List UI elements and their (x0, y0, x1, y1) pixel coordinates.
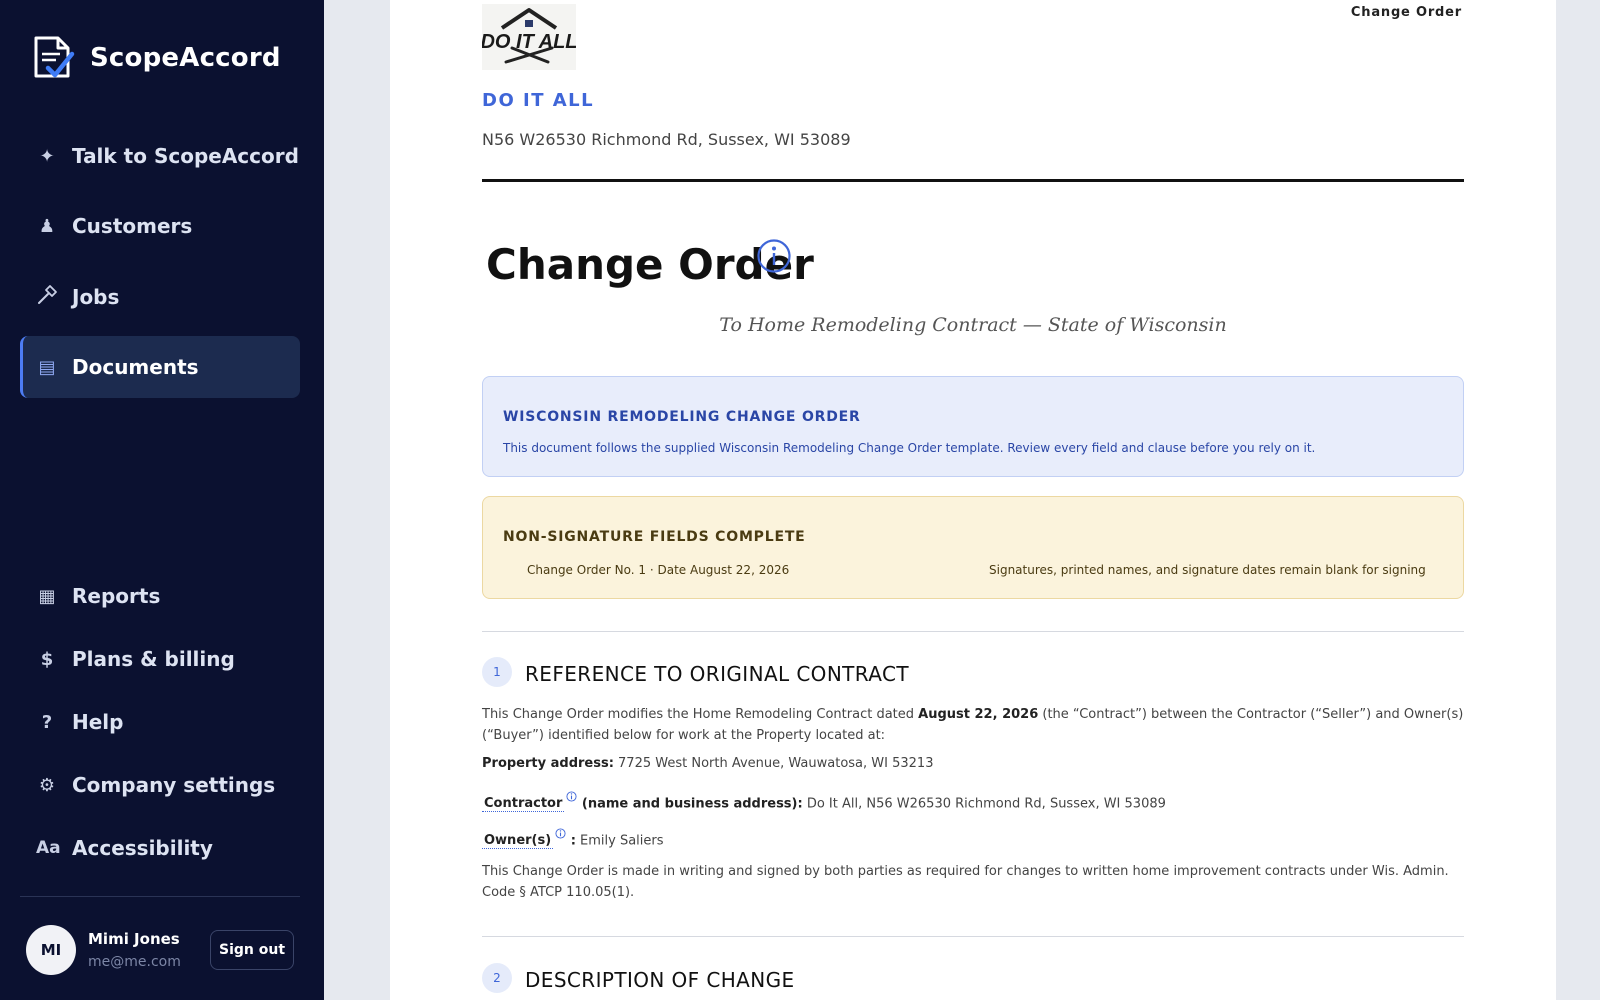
signature-status: Signatures, printed names, and signature… (989, 563, 1426, 577)
brand-name: ScopeAccord (90, 43, 281, 73)
user-email: me@me.com (88, 954, 181, 970)
nav-company-settings[interactable]: ⚙ Company settings (20, 754, 300, 816)
company-name: DO IT ALL (482, 90, 595, 111)
nav-label: Documents (72, 355, 199, 379)
header-rule (482, 179, 1464, 182)
user-name: Mimi Jones (88, 930, 180, 948)
section-divider (482, 631, 1464, 632)
info-icon[interactable] (555, 828, 566, 839)
notice-title: NON-SIGNATURE FIELDS COMPLETE (503, 529, 806, 545)
sign-out-button[interactable]: Sign out (210, 930, 294, 970)
contractor-term[interactable]: Contractor (482, 796, 565, 813)
text-size-icon: Aa (36, 838, 61, 858)
section-title: REFERENCE TO ORIGINAL CONTRACT (525, 662, 910, 686)
person-icon: ♟ (38, 215, 56, 237)
info-icon[interactable] (756, 238, 792, 274)
document-page: Change Order DO IT ALL DO IT ALL N56 W26… (390, 0, 1556, 1000)
section-closing-paragraph: This Change Order is made in writing and… (482, 864, 1449, 900)
nav-label: Company settings (72, 773, 276, 797)
sidebar-divider (20, 896, 300, 897)
nav-label: Talk to ScopeAccord (72, 144, 299, 168)
section-title: DESCRIPTION OF CHANGE (525, 968, 795, 992)
nav-help[interactable]: ? Help (20, 691, 300, 753)
nav-label: Customers (72, 214, 193, 238)
nav-accessibility[interactable]: Aa Accessibility (20, 817, 300, 879)
nav-label: Help (72, 710, 124, 734)
sparkle-icon: ✦ (39, 145, 55, 167)
nav-label: Reports (72, 584, 161, 608)
hammer-icon (36, 284, 58, 311)
sidebar: ScopeAccord ✦ Talk to ScopeAccord ♟ Cust… (0, 0, 324, 1000)
section-divider (482, 936, 1464, 937)
nav-customers[interactable]: ♟ Customers (20, 195, 300, 257)
avatar: MI (26, 925, 76, 975)
nav-documents[interactable]: ▤ Documents (20, 336, 300, 398)
nav-label: Accessibility (72, 836, 213, 860)
question-icon: ? (41, 711, 53, 733)
company-address: N56 W26530 Richmond Rd, Sussex, WI 53089 (482, 130, 851, 149)
nav-reports[interactable]: ▦ Reports (20, 565, 300, 627)
notice-text: This document follows the supplied Wisco… (503, 441, 1316, 455)
property-address-field: Property address: 7725 West North Avenue… (482, 756, 934, 771)
page-subtitle: To Home Remodeling Contract — State of W… (719, 314, 1227, 336)
section-number: 1 (482, 657, 512, 687)
nav-label: Jobs (72, 285, 120, 309)
nav-talk-to-scopeaccord[interactable]: ✦ Talk to ScopeAccord (20, 125, 300, 187)
completion-notice: NON-SIGNATURE FIELDS COMPLETE Change Ord… (482, 496, 1464, 599)
info-icon[interactable] (566, 791, 577, 802)
company-logo-lettering: DO IT ALL (482, 31, 576, 53)
nav-label: Plans & billing (72, 647, 235, 671)
nav-jobs[interactable]: Jobs (20, 266, 300, 328)
owner-field: Owner(s) : Emily Saliers (482, 828, 664, 850)
document-check-icon (34, 36, 75, 78)
contractor-field: Contractor (name and business address): … (482, 791, 1166, 813)
change-order-meta: Change Order No. 1 · Date August 22, 202… (527, 563, 790, 577)
brand[interactable]: ScopeAccord (30, 34, 281, 82)
nav-plans-billing[interactable]: $ Plans & billing (20, 628, 300, 690)
gear-icon: ⚙ (38, 774, 56, 796)
dollar-icon: $ (40, 648, 54, 670)
grid-icon: ▦ (38, 585, 56, 607)
user-profile: MI Mimi Jones me@me.com (26, 925, 181, 975)
owner-term[interactable]: Owner(s) (482, 833, 554, 850)
svg-text:DO IT ALL: DO IT ALL (482, 31, 576, 53)
template-notice: WISCONSIN REMODELING CHANGE ORDER This d… (482, 376, 1464, 477)
section-paragraph: This Change Order modifies the Home Remo… (482, 707, 1464, 743)
notice-title: WISCONSIN REMODELING CHANGE ORDER (503, 409, 861, 425)
section-number: 2 (482, 963, 512, 993)
document-list-icon: ▤ (38, 356, 56, 378)
document-type-tag: Change Order (1350, 5, 1462, 20)
